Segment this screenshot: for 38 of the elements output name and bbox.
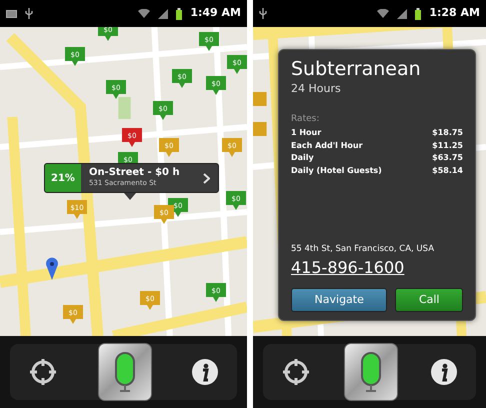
location-pin-icon xyxy=(46,258,58,280)
signal-icon xyxy=(397,8,408,18)
wifi-icon xyxy=(377,9,390,18)
battery-icon xyxy=(415,8,422,20)
navigate-button[interactable]: Navigate xyxy=(291,288,388,312)
callout-pointer xyxy=(124,193,136,200)
info-icon[interactable] xyxy=(191,358,219,386)
mail-icon xyxy=(6,10,17,18)
usb-icon xyxy=(25,8,33,19)
status-time: 1:49 AM xyxy=(190,5,241,22)
rate-price: $18.75 xyxy=(432,126,463,139)
percent-badge: 21% xyxy=(45,164,81,192)
microphone-button[interactable] xyxy=(344,343,398,401)
usb-icon xyxy=(259,8,267,19)
wifi-icon xyxy=(138,9,150,18)
rates-label: Rates: xyxy=(291,113,320,126)
place-address: 55 4th St, San Francisco, CA, USA xyxy=(291,243,436,256)
info-icon[interactable] xyxy=(430,358,458,386)
rate-name: Each Add'l Hour xyxy=(291,140,363,152)
locate-icon[interactable] xyxy=(281,357,311,387)
microphone-button[interactable] xyxy=(98,343,152,401)
signal-icon xyxy=(158,8,168,18)
battery-icon xyxy=(176,8,182,20)
rate-price: $11.25 xyxy=(432,140,463,152)
microphone-icon xyxy=(114,352,136,392)
microphone-icon xyxy=(360,352,382,392)
chevron-icon xyxy=(203,172,210,184)
locate-icon[interactable] xyxy=(28,357,58,387)
rate-price: $58.14 xyxy=(432,165,463,178)
rate-name: 1 Hour xyxy=(291,126,322,139)
place-title: Subterranean xyxy=(291,58,422,81)
opening-hours: 24 Hours xyxy=(291,80,342,97)
rate-price: $63.75 xyxy=(432,152,463,164)
call-button[interactable]: Call xyxy=(395,288,464,312)
rate-name: Daily xyxy=(291,152,314,164)
status-time: 1:28 AM xyxy=(429,5,480,22)
rate-name: Daily (Hotel Guests) xyxy=(291,165,382,178)
phone-link[interactable]: 415-896-1600 xyxy=(291,256,463,280)
